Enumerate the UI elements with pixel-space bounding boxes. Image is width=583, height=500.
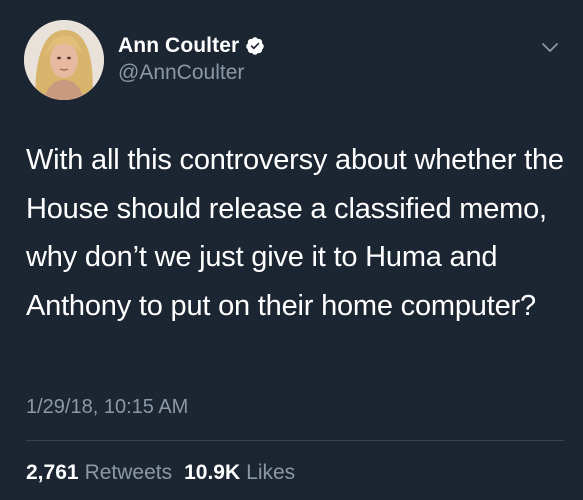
tweet-text: With all this controversy about whether …	[26, 144, 564, 322]
author-name-row[interactable]: Ann Coulter	[118, 33, 265, 59]
likes-label: Likes	[246, 461, 296, 484]
retweets-count: 2,761	[26, 461, 79, 484]
tweet-timestamp[interactable]: 1/29/18, 10:15 AM	[26, 396, 188, 419]
likes-stat[interactable]: 10.9K Likes	[184, 461, 295, 485]
tweet-card: Ann Coulter @AnnCoulter With all this co…	[0, 0, 583, 500]
divider	[26, 440, 564, 441]
likes-count: 10.9K	[184, 461, 241, 484]
verified-badge-icon	[245, 36, 265, 56]
avatar[interactable]	[24, 20, 104, 100]
avatar-image	[24, 20, 104, 100]
retweets-stat[interactable]: 2,761 Retweets	[26, 461, 172, 485]
author-display-name[interactable]: Ann Coulter	[118, 34, 239, 58]
chevron-down-icon[interactable]	[540, 40, 560, 54]
tweet-stats: 2,761 Retweets 10.9K Likes	[26, 461, 295, 485]
retweets-label: Retweets	[84, 461, 173, 484]
author-handle[interactable]: @AnnCoulter	[118, 61, 244, 85]
